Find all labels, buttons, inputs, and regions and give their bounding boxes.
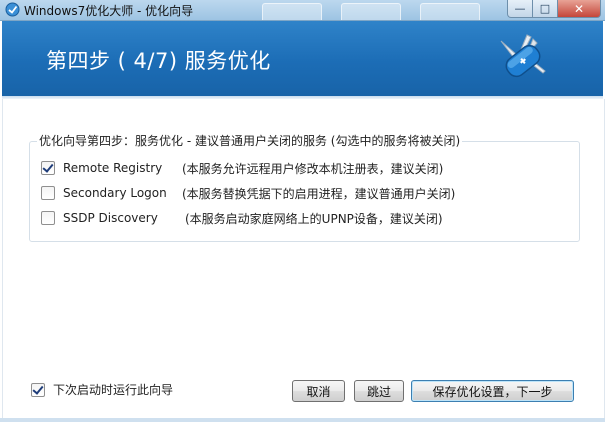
skip-button[interactable]: 跳过 [354,380,404,402]
close-icon: ✕ [573,1,585,16]
window-bottom-border [0,418,605,422]
service-description: (本服务替换凭据下的启用进程，建议普通用户关闭) [182,187,456,201]
title-bar[interactable]: Windows7优化大师 - 优化向导 — □ ✕ [0,0,605,21]
background-tab [262,3,322,20]
run-next-time-checkbox[interactable] [31,382,45,397]
maximize-icon: □ [539,2,551,15]
swiss-army-knife-icon [500,34,546,78]
ssdp-discovery-checkbox[interactable] [41,211,55,225]
minimize-icon: — [514,2,526,15]
background-tab [341,3,401,20]
service-name: Remote Registry [63,161,163,175]
wizard-header: 第四步 ( 4/7) 服务优化 [2,21,603,99]
step-title: 第四步 ( 4/7) 服务优化 [46,49,271,73]
remote-registry-checkbox[interactable] [41,161,55,175]
close-button[interactable]: ✕ [558,0,601,18]
window-title: Windows7优化大师 - 优化向导 [24,4,194,18]
service-description: (本服务启动家庭网络上的UPNP设备，建议关闭) [185,212,443,226]
maximize-button[interactable]: □ [533,0,558,18]
app-icon [5,2,20,17]
run-next-time-option[interactable]: 下次启动时运行此向导 [31,381,173,398]
save-next-button[interactable]: 保存优化设置，下一步 [411,380,574,402]
service-ssdp-discovery[interactable]: SSDP Discovery [41,210,158,226]
run-next-time-label: 下次启动时运行此向导 [53,383,174,397]
service-name: Secondary Logon [63,186,167,200]
services-group-legend: 优化向导第四步：服务优化 - 建议普通用户关闭的服务 (勾选中的服务将被关闭) [37,132,463,149]
wizard-content: 优化向导第四步：服务优化 - 建议普通用户关闭的服务 (勾选中的服务将被关闭) … [2,99,605,419]
service-name: SSDP Discovery [63,211,158,225]
background-tab [420,3,480,20]
cancel-button[interactable]: 取消 [292,380,345,402]
service-secondary-logon[interactable]: Secondary Logon [41,185,167,201]
service-description: (本服务允许远程用户修改本机注册表，建议关闭) [182,162,444,176]
service-remote-registry[interactable]: Remote Registry [41,160,162,176]
window-controls: — □ ✕ [507,0,601,19]
minimize-button[interactable]: — [507,0,533,18]
secondary-logon-checkbox[interactable] [41,186,55,200]
